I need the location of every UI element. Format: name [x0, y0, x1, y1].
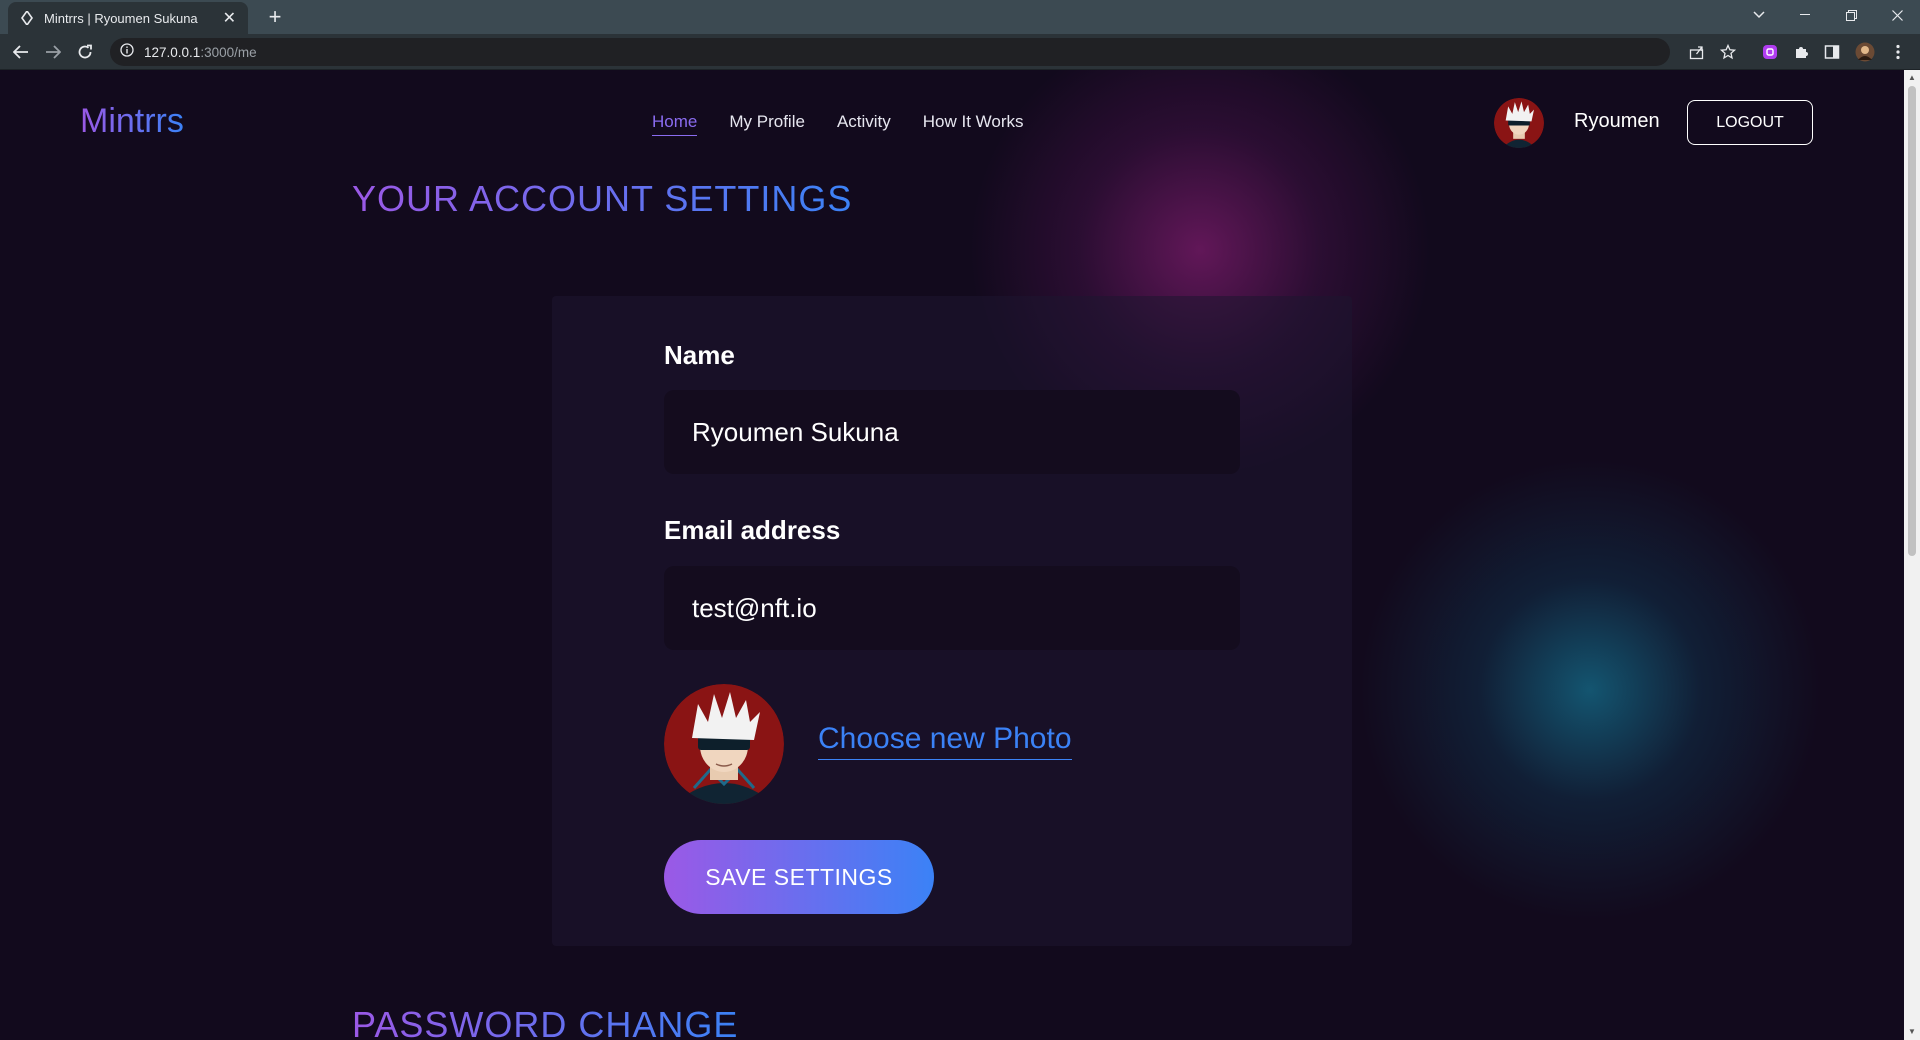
- account-settings-card: Name Email address Choose new Photo SAVE…: [552, 296, 1352, 946]
- email-input[interactable]: [664, 566, 1240, 650]
- choose-photo-link[interactable]: Choose new Photo: [818, 722, 1072, 760]
- url-text: 127.0.0.1:3000/me: [144, 44, 257, 60]
- extension-purple-icon[interactable]: [1760, 42, 1780, 62]
- browser-menu-icon[interactable]: [1888, 42, 1908, 62]
- profile-photo: [664, 684, 784, 804]
- tab-search-icon[interactable]: [1736, 0, 1782, 30]
- scrollbar-thumb[interactable]: [1908, 86, 1916, 556]
- tab-title: Mintrrs | Ryoumen Sukuna: [44, 10, 198, 26]
- restore-icon[interactable]: [1828, 0, 1874, 30]
- logout-button[interactable]: LOGOUT: [1687, 100, 1813, 145]
- profile-avatar-icon[interactable]: [1855, 42, 1875, 62]
- site-info-icon[interactable]: [120, 42, 134, 62]
- side-panel-icon[interactable]: [1822, 42, 1842, 62]
- minimize-icon[interactable]: [1782, 0, 1828, 30]
- bookmark-star-icon[interactable]: [1718, 42, 1738, 62]
- name-input[interactable]: [664, 390, 1240, 474]
- main-nav: Home My Profile Activity How It Works: [652, 112, 1024, 136]
- nav-home[interactable]: Home: [652, 112, 698, 136]
- close-window-icon[interactable]: [1874, 0, 1920, 30]
- nav-how-it-works[interactable]: How It Works: [923, 112, 1024, 136]
- nav-my-profile[interactable]: My Profile: [729, 112, 805, 136]
- page-viewport: Mintrrs Home My Profile Activity How It …: [0, 70, 1904, 1040]
- name-label: Name: [664, 340, 735, 370]
- reload-icon[interactable]: [72, 40, 98, 64]
- address-bar[interactable]: 127.0.0.1:3000/me: [110, 38, 1670, 66]
- share-icon[interactable]: [1687, 42, 1707, 62]
- site-favicon-icon: [20, 11, 34, 25]
- scroll-down-icon[interactable]: ▼: [1908, 1028, 1916, 1036]
- browser-toolbar: 127.0.0.1:3000/me: [0, 34, 1920, 70]
- forward-icon[interactable]: [40, 40, 66, 64]
- email-label: Email address: [664, 515, 841, 545]
- save-settings-button[interactable]: SAVE SETTINGS: [664, 840, 934, 914]
- account-settings-title: YOUR ACCOUNT SETTINGS: [352, 178, 853, 219]
- header-username: Ryoumen: [1574, 110, 1660, 132]
- password-change-title: PASSWORD CHANGE: [352, 1004, 738, 1040]
- new-tab-icon[interactable]: +: [262, 4, 288, 30]
- page-scrollbar[interactable]: ▲ ▼: [1904, 70, 1920, 1040]
- scroll-up-icon[interactable]: ▲: [1908, 74, 1916, 82]
- nav-activity[interactable]: Activity: [837, 112, 891, 136]
- site-logo[interactable]: Mintrrs: [80, 102, 184, 141]
- header-avatar[interactable]: [1494, 98, 1544, 148]
- extensions-puzzle-icon[interactable]: [1791, 42, 1811, 62]
- tab-close-icon[interactable]: ✕: [223, 8, 236, 28]
- browser-tab-bar: Mintrrs | Ryoumen Sukuna ✕ +: [0, 0, 1920, 34]
- back-icon[interactable]: [8, 40, 34, 64]
- browser-tab[interactable]: Mintrrs | Ryoumen Sukuna ✕: [8, 2, 248, 34]
